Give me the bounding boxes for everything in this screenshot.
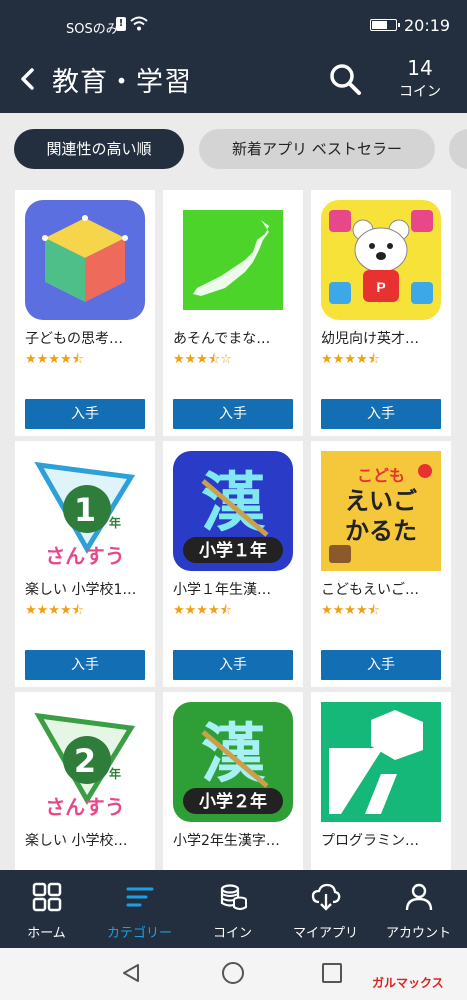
nav-coins[interactable]: コイン [186,870,279,948]
kanji-grade2-icon: 漢 小学２年 [173,702,293,822]
math-grade1-icon: 1 年 さんすう [25,451,145,571]
bottom-navigation: ホーム カテゴリー コイン マイアプリ アカウント [0,870,467,948]
app-card[interactable]: 2 年 さんすう 楽しい 小学校… [15,692,155,870]
search-icon[interactable] [326,60,364,98]
sim-alert-icon: ! [116,17,126,31]
app-card[interactable]: P 幼児向け英才… ★★★★⯪ 入手 [311,190,451,436]
nav-label: アカウント [385,926,451,941]
app-header: 教育・学習 14 コイン [0,50,467,113]
japan-map-icon [173,200,293,320]
nav-label: ホーム [27,926,66,941]
sort-filter-bar: 関連性の高い順 新着アプリ ベストセラー [0,113,467,185]
icon-caption: さんすう [45,544,125,568]
star-rating: ★★★★⯪ [173,603,232,618]
app-title: こどもえいご… [321,582,419,598]
app-title: プログラミン… [321,833,419,849]
app-title: あそんでまな… [173,331,271,347]
nav-category[interactable]: カテゴリー [93,870,186,948]
get-button[interactable]: 入手 [25,650,145,680]
page-title: 教育・学習 [52,67,192,98]
system-recents-icon[interactable] [322,963,342,983]
wifi-icon [130,16,148,31]
icon-nen: 年 [109,766,121,781]
star-rating: ★★★★⯪ [25,352,84,367]
get-button[interactable]: 入手 [25,399,145,429]
icon-line1: こども [357,466,405,485]
star-rating: ★★★★⯪ [25,603,84,618]
back-arrow-icon[interactable] [16,64,38,94]
icon-nen: 年 [109,515,121,530]
icon-caption: 小学２年 [199,791,267,812]
app-title: 小学１年生漢… [173,582,271,598]
status-bar: SOSのみ ! 20:19 [0,0,467,50]
cube-icon [25,200,145,320]
bear-icon: P [321,200,441,320]
star-rating: ★★★★⯪ [321,352,380,367]
icon-line2: えいご [345,487,417,515]
nav-my-apps[interactable]: マイアプリ [279,870,372,948]
app-card[interactable]: こども えいご かるた こどもえいご… ★★★★⯪ 入手 [311,441,451,687]
app-card[interactable]: 漢 小学１年 小学１年生漢… ★★★★⯪ 入手 [163,441,303,687]
sort-relevance-chip[interactable]: 関連性の高い順 [14,129,184,169]
cloud-download-icon [311,883,341,911]
icon-line3: かるた [345,517,417,545]
app-card[interactable]: 子どもの思考… ★★★★⯪ 入手 [15,190,155,436]
app-grid: 子どもの思考… ★★★★⯪ 入手 あそんでまな… ★★★⯪☆ 入手 P 幼児向け… [0,185,467,870]
get-button[interactable]: 入手 [173,399,293,429]
app-title: 幼児向け英才… [321,331,419,347]
coin-balance[interactable]: 14 コイン [390,56,450,101]
battery-icon [370,19,400,31]
nav-label: カテゴリー [106,926,172,941]
grid-home-icon [32,882,62,912]
english-karuta-icon: こども えいご かるた [321,451,441,571]
icon-number: 1 [74,491,96,529]
math-grade2-icon: 2 年 さんすう [25,702,145,822]
clock: 20:19 [404,16,451,35]
get-button[interactable]: 入手 [321,650,441,680]
system-home-icon[interactable] [222,962,244,984]
coin-label: コイン [399,84,441,100]
get-button[interactable]: 入手 [321,399,441,429]
watermark: ガルマックス [372,976,444,990]
app-title: 楽しい 小学校… [25,833,128,849]
app-title: 楽しい 小学校1… [25,582,137,598]
get-button[interactable]: 入手 [173,650,293,680]
kanji-grade1-icon: 漢 小学１年 [173,451,293,571]
programming-icon [321,702,441,822]
nav-account[interactable]: アカウント [372,870,465,948]
nav-label: コイン [212,926,252,941]
nav-label: マイアプリ [292,926,358,941]
app-card[interactable]: プログラミン… [311,692,451,870]
coin-count: 14 [407,56,433,80]
carrier-text: SOSのみ [66,22,119,37]
app-card[interactable]: あそんでまな… ★★★⯪☆ 入手 [163,190,303,436]
coins-icon [220,884,247,910]
icon-number: 2 [74,742,96,780]
star-rating: ★★★⯪☆ [173,352,232,367]
app-card[interactable]: 1 年 さんすう 楽しい 小学校1… ★★★★⯪ 入手 [15,441,155,687]
person-icon [405,883,433,911]
sort-more-chip[interactable] [449,129,467,169]
svg-text:P: P [376,279,385,295]
star-rating: ★★★★⯪ [321,603,380,618]
system-back-icon[interactable] [120,962,142,984]
icon-caption: 小学１年 [199,540,267,561]
app-title: 小学2年生漢字… [173,833,280,849]
app-title: 子どもの思考… [25,331,123,347]
category-lines-icon [126,887,154,907]
nav-home[interactable]: ホーム [0,870,93,948]
icon-caption: さんすう [45,795,125,819]
sort-new-bestseller-chip[interactable]: 新着アプリ ベストセラー [199,129,435,169]
app-card[interactable]: 漢 小学２年 小学2年生漢字… [163,692,303,870]
